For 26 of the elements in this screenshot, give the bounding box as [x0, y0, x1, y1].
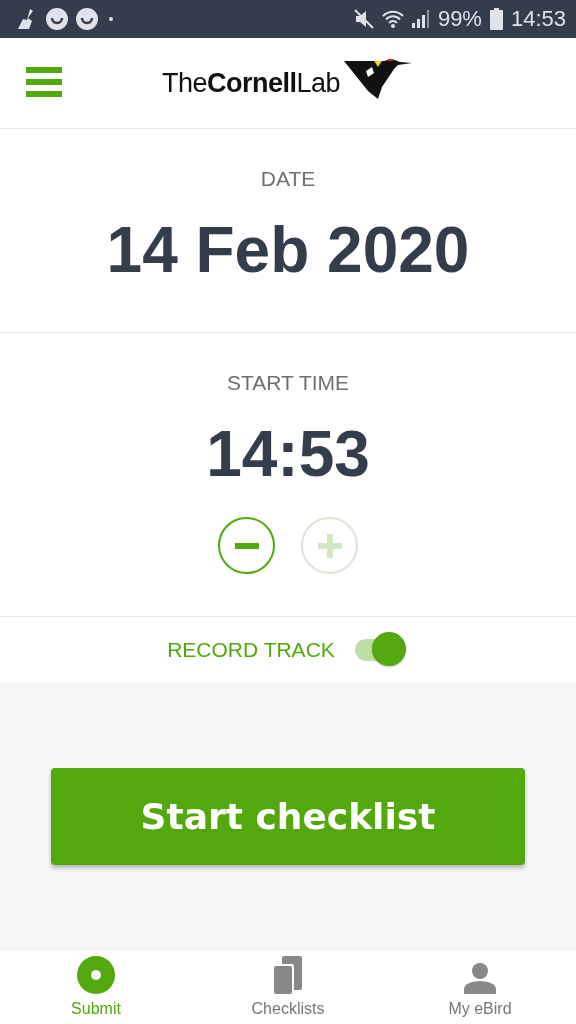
battery-icon — [489, 8, 503, 30]
clock: 14:53 — [510, 6, 566, 32]
minus-icon — [234, 542, 259, 549]
record-track-label: RECORD TRACK — [167, 638, 335, 662]
decrement-button[interactable] — [218, 517, 275, 574]
nav-tab[interactable]: Checklists — [192, 950, 384, 1024]
target-icon — [77, 956, 115, 994]
plus-icon — [317, 533, 342, 558]
nav-tab[interactable]: Submit — [0, 950, 192, 1024]
wifi-icon — [381, 10, 404, 28]
face-icon — [46, 8, 68, 30]
documents-icon — [272, 956, 304, 994]
logo-text: TheCornellLab — [161, 67, 341, 99]
date-label: DATE — [260, 167, 316, 191]
mute-icon — [353, 9, 374, 29]
start-checklist-button[interactable]: Start checklist — [51, 768, 525, 865]
person-icon — [464, 962, 496, 994]
signal-icon — [411, 10, 430, 28]
menu-icon[interactable] — [26, 67, 62, 97]
dot-icon — [106, 17, 116, 21]
start-time-label: START TIME — [226, 371, 350, 395]
date-value[interactable]: 14 Feb 2020 — [106, 213, 470, 287]
battery-percent: 99% — [437, 6, 482, 32]
face-icon — [76, 8, 98, 30]
time-value[interactable]: 14:53 — [206, 417, 370, 491]
nav-tab[interactable]: My eBird — [384, 950, 576, 1024]
